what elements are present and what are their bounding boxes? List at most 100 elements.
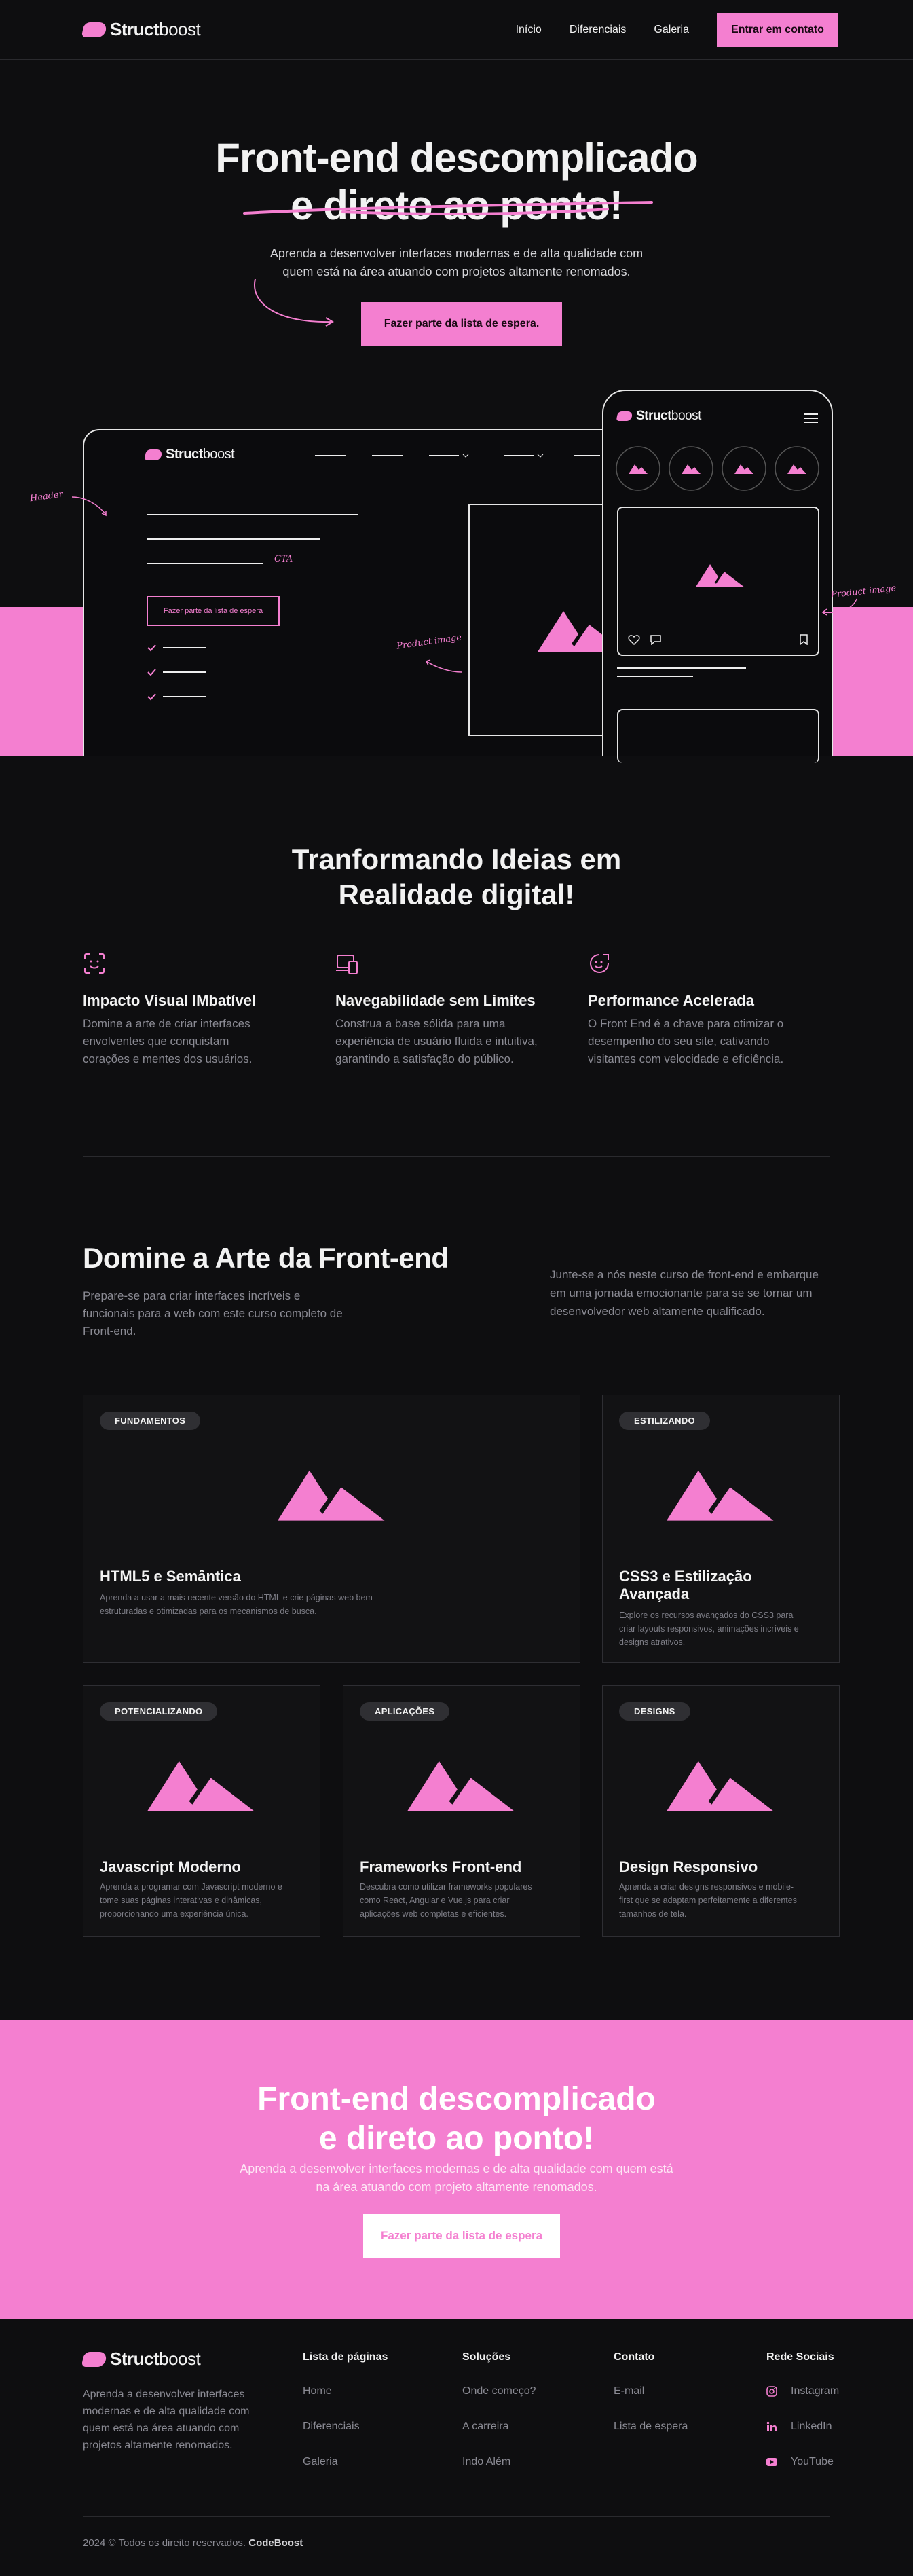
- card-badge: APLICAÇÕES: [360, 1702, 450, 1721]
- heart-icon: [628, 635, 640, 645]
- footer-link-youtube[interactable]: YouTube: [766, 2453, 839, 2470]
- cta-band-subtitle: Aprenda a desenvolver interfaces moderna…: [240, 2162, 673, 2194]
- footer-link-galeria[interactable]: Galeria: [303, 2453, 388, 2470]
- card-description: Aprenda a criar designs responsivos e mo…: [619, 1882, 797, 1919]
- speed-emoji-icon: [590, 954, 609, 973]
- image-placeholder-icon: [667, 1470, 774, 1521]
- footer-link-waitlist[interactable]: Lista de espera: [614, 2418, 688, 2435]
- footer-col-contact: Contato E-mail Lista de espera: [614, 2351, 688, 2453]
- footer-link-indo-alem[interactable]: Indo Além: [462, 2453, 536, 2470]
- desktop-mockup: Structboost Fazer parte da lista de espe…: [83, 429, 679, 756]
- footer-link-email[interactable]: E-mail: [614, 2382, 688, 2399]
- face-scan-icon: [84, 953, 105, 974]
- card-title: Javascript Moderno: [100, 1858, 241, 1875]
- logo-mark-icon: [616, 411, 633, 421]
- course-card-frameworks[interactable]: APLICAÇÕES Frameworks Front-end Descubra…: [343, 1685, 580, 1937]
- hero-subtitle: Aprenda a desenvolver interfaces moderna…: [269, 246, 644, 278]
- card-description: Descubra como utilizar frameworks popula…: [360, 1882, 532, 1919]
- feature-navigability: Navegabilidade sem Limites Construa a ba…: [335, 952, 573, 1068]
- image-placeholder-icon: [407, 1761, 515, 1811]
- devices-icon: [336, 955, 358, 974]
- arrow-product-right-icon: [821, 598, 857, 616]
- card-badge: POTENCIALIZANDO: [100, 1702, 218, 1721]
- nav-link-diferenciais[interactable]: Diferenciais: [570, 24, 627, 36]
- waitlist-button[interactable]: Fazer parte da lista de espera.: [361, 302, 562, 346]
- card-title: Design Responsivo: [619, 1858, 758, 1875]
- footer-link-instagram[interactable]: Instagram: [766, 2382, 839, 2399]
- card-badge: DESIGNS: [619, 1702, 690, 1721]
- feature-visual-impact: Impacto Visual IMbatível Domine a arte d…: [83, 952, 320, 1068]
- footer-link-linkedin[interactable]: LinkedIn: [766, 2418, 839, 2435]
- instagram-icon: [766, 2385, 777, 2397]
- phone-mockup: Structboost: [602, 390, 833, 763]
- image-placeholder-icon: [696, 564, 744, 587]
- features-title: Tranformando Ideias em Realidade digital…: [291, 843, 622, 910]
- mockup-text-lines: [147, 514, 358, 564]
- footer: Structboost Aprenda a desenvolver interf…: [0, 2319, 913, 2576]
- image-placeholder-icon: [277, 1470, 385, 1521]
- nav-links: Início Diferenciais Galeria Entrar em co…: [516, 13, 838, 47]
- contact-button[interactable]: Entrar em contato: [717, 13, 838, 47]
- nav-link-galeria[interactable]: Galeria: [654, 24, 689, 36]
- cta-band: Front-end descomplicado e direto ao pont…: [0, 2020, 913, 2319]
- card-description: Explore os recursos avançados do CSS3 pa…: [619, 1611, 799, 1647]
- menu-icon: [804, 413, 818, 423]
- logo-mark-icon: [81, 2351, 108, 2367]
- feature-performance: Performance Acelerada O Front End é a ch…: [588, 952, 825, 1068]
- hero-section: Front-end descomplicado e direto ao pont…: [0, 60, 913, 763]
- footer-link-onde-comeco[interactable]: Onde começo?: [462, 2382, 536, 2399]
- top-navbar: Structboost Início Diferenciais Galeria …: [0, 0, 913, 60]
- curved-arrow-icon: [254, 278, 334, 327]
- image-placeholder-icon: [667, 1761, 774, 1811]
- course-card-javascript[interactable]: POTENCIALIZANDO Javascript Moderno Apren…: [83, 1685, 320, 1937]
- footer-link-home[interactable]: Home: [303, 2382, 388, 2399]
- cta-band-title: Front-end descomplicado e direto ao pont…: [257, 2081, 656, 2156]
- card-badge: ESTILIZANDO: [619, 1412, 710, 1430]
- brand-logo[interactable]: Structboost: [81, 19, 201, 40]
- phone-second-card: [617, 709, 819, 763]
- nav-link-inicio[interactable]: Início: [516, 24, 542, 36]
- mockup-cta-button: Fazer parte da lista de espera: [147, 596, 280, 626]
- annotation-header: Header: [29, 489, 64, 504]
- title-underline-scribble: [243, 201, 653, 215]
- annotation-cta: CTA: [274, 554, 293, 564]
- linkedin-icon: [766, 2421, 777, 2431]
- comment-icon: [650, 635, 661, 645]
- footer-link-carreira[interactable]: A carreira: [462, 2418, 536, 2435]
- footer-col-social: Rede Sociais Instagram LinkedIn YouTube: [766, 2351, 839, 2488]
- copyright: 2024 © Todos os direito reservados. Code…: [83, 2537, 303, 2549]
- course-card-html[interactable]: FUNDAMENTOS HTML5 e Semântica Aprenda a …: [83, 1395, 580, 1663]
- courses-side-text: Junte-se a nós neste curso de front-end …: [550, 1268, 819, 1318]
- course-card-css[interactable]: ESTILIZANDO CSS3 e Estilização Avançada E…: [602, 1395, 840, 1663]
- arrow-product-left-icon: [425, 659, 462, 673]
- card-title: CSS3 e Estilização Avançada: [619, 1568, 752, 1602]
- mockup-check-list: [147, 644, 206, 701]
- footer-about: Aprenda a desenvolver interfaces modernas…: [83, 2389, 250, 2451]
- phone-product-card: [617, 507, 819, 656]
- footer-divider: [83, 2516, 830, 2517]
- courses-title: Domine a Arte da Front-end: [83, 1242, 449, 1274]
- footer-link-diferenciais[interactable]: Diferenciais: [303, 2418, 388, 2435]
- phone-story-circles: [616, 446, 819, 491]
- youtube-icon: [766, 2457, 777, 2466]
- courses-lead: Prepare-se para criar interfaces incríve…: [83, 1289, 343, 1338]
- bookmark-icon: [800, 634, 808, 645]
- image-placeholder-icon: [147, 1761, 255, 1811]
- card-badge: FUNDAMENTOS: [100, 1412, 201, 1430]
- mockup-nav-lines: [315, 454, 600, 458]
- waitlist-button-secondary[interactable]: Fazer parte da lista de espera: [363, 2214, 560, 2258]
- phone-text-lines: [617, 667, 746, 677]
- course-card-responsive[interactable]: DESIGNS Design Responsivo Aprenda a cria…: [602, 1685, 840, 1937]
- card-title: HTML5 e Semântica: [100, 1568, 241, 1585]
- card-description: Aprenda a usar a mais recente versão do …: [100, 1593, 373, 1616]
- footer-logo[interactable]: Structboost: [81, 2349, 201, 2370]
- mockup-logo: Structboost: [144, 447, 235, 462]
- courses-section: Domine a Arte da Front-end Prepare-se pa…: [0, 1157, 913, 1937]
- phone-logo: Structboost: [616, 409, 701, 424]
- card-title: Frameworks Front-end: [360, 1858, 522, 1875]
- card-description: Aprenda a programar com Javascript moder…: [100, 1882, 282, 1919]
- arrow-header-icon: [71, 496, 107, 517]
- features-section: Tranformando Ideias em Realidade digital…: [0, 756, 913, 1157]
- logo-mark-icon: [144, 449, 163, 460]
- logo-mark-icon: [81, 22, 108, 37]
